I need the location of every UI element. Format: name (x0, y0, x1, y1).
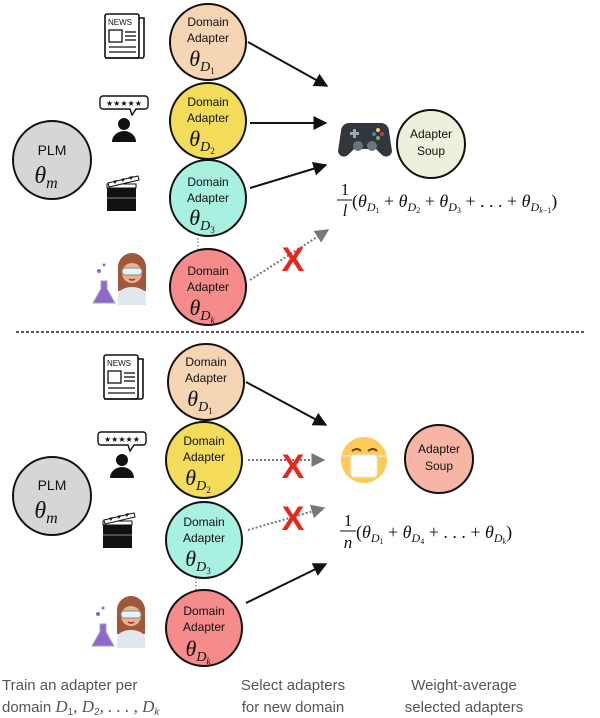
adapter-label: Domain (187, 15, 228, 29)
soup-label: Adapter (418, 442, 460, 456)
adapter-label: Adapter (183, 620, 225, 634)
adapter-label: Adapter (187, 280, 229, 294)
adapter-label: Adapter (183, 531, 225, 545)
adapter-node-dk: Domain Adapter θDk (169, 248, 247, 326)
cross-icon: X (282, 448, 305, 486)
captions: Train an adapter per domain D1, D2, . . … (2, 677, 523, 718)
adapter-label: Adapter (183, 450, 225, 464)
face-with-mask-icon (341, 437, 387, 483)
caption-step3-line2: selected adapters (405, 699, 523, 716)
adapter-node-d2: Domain Adapter θD2 (169, 82, 247, 160)
adapter-node-d3: Domain Adapter θD3 (169, 159, 247, 237)
cross-icon: X (282, 500, 305, 538)
top-panel: PLM θm NEWS ★★★★★ Domain Adapter θD1 Dom… (12, 3, 557, 326)
soup-label: Soup (417, 144, 445, 158)
svg-text:★★★★★: ★★★★★ (104, 435, 140, 444)
adapter-label: Domain (183, 434, 224, 448)
adapter-node-d2: Domain Adapter θD2 (165, 421, 243, 499)
adapter-label: Domain (185, 355, 226, 369)
adapter-soup-node-top: Adapter Soup (396, 109, 466, 179)
adapter-label: Domain (187, 175, 228, 189)
game-controller-icon (338, 123, 392, 157)
arrow-d1-selected (245, 381, 328, 426)
adapter-label: Domain (187, 264, 228, 278)
adapter-node-dk: Domain Adapter θDk (165, 589, 243, 667)
adapter-label: Adapter (187, 111, 229, 125)
scientist-icon (92, 253, 146, 305)
svg-text:★★★★★: ★★★★★ (106, 99, 142, 108)
newspaper-icon: NEWS (103, 354, 144, 400)
caption-step1-line1: Train an adapter per (2, 677, 137, 694)
formula-body: (θD1 + θD4 + . . . + θDk) (356, 522, 512, 546)
soup-label: Soup (425, 459, 453, 473)
adapter-node-d1: Domain Adapter θD1 (167, 343, 245, 421)
caption-step2-line2: for new domain (242, 699, 345, 716)
plm-node: PLM θm (12, 456, 92, 536)
adapter-soup-node-bottom: Adapter Soup (404, 424, 474, 494)
adapter-label: Domain (183, 515, 224, 529)
formula-bottom: 1 n (θD1 + θD4 + . . . + θDk) (340, 511, 512, 552)
adapter-soup-diagram: PLM θm NEWS ★★★★★ Domain Adapter θD1 Dom… (2, 3, 584, 718)
adapter-label: Adapter (185, 371, 227, 385)
arrow-dk-selected (245, 563, 328, 604)
formula-numerator: 1 (341, 180, 350, 199)
adapter-label: Domain (187, 95, 228, 109)
newspaper-icon: NEWS (104, 13, 145, 59)
scientist-icon (91, 596, 145, 648)
plm-label: PLM (38, 142, 67, 158)
caption-step1-line2: domain D1, D2, . . . , Dk (2, 697, 160, 718)
svg-text:NEWS: NEWS (108, 18, 132, 27)
adapter-label: Adapter (187, 191, 229, 205)
cross-icon: X (282, 241, 305, 279)
formula-top: 1 l (θD1 + θD2 + θD3 + . . . + θDk−1) (337, 180, 557, 220)
caption-step2-line1: Select adapters (241, 677, 345, 694)
plm-node: PLM θm (12, 120, 92, 200)
adapter-node-d1: Domain Adapter θD1 (169, 3, 247, 81)
clapperboard-icon (106, 175, 140, 211)
formula-denominator: l (343, 201, 348, 220)
formula-numerator: 1 (344, 511, 353, 530)
adapter-label: Adapter (187, 31, 229, 45)
caption-step3-line1: Weight-average (411, 677, 517, 694)
review-person-icon: ★★★★★ (99, 95, 149, 142)
bottom-panel: PLM θm NEWS ★★★★★ Domain Adapter θD1 Dom… (12, 343, 512, 667)
adapter-node-d3: Domain Adapter θD3 (165, 501, 243, 579)
adapter-label: Domain (183, 604, 224, 618)
review-person-icon: ★★★★★ (97, 431, 147, 478)
arrow-d3-selected (249, 161, 328, 189)
svg-text:NEWS: NEWS (107, 359, 131, 368)
arrow-d1-selected (247, 41, 329, 87)
soup-label: Adapter (410, 127, 452, 141)
clapperboard-icon (102, 512, 136, 548)
plm-label: PLM (38, 477, 67, 493)
formula-denominator: n (344, 533, 353, 552)
formula-body: (θD1 + θD2 + θD3 + . . . + θDk−1) (352, 191, 557, 215)
